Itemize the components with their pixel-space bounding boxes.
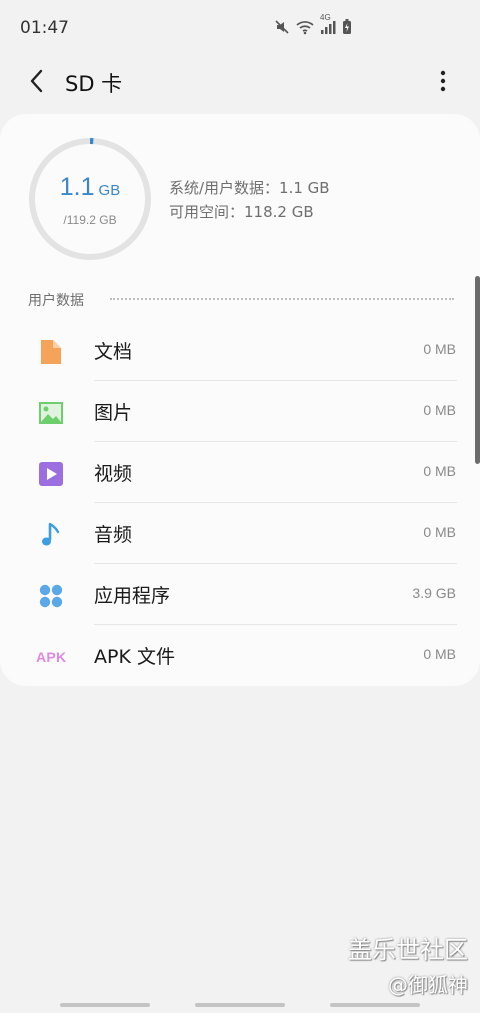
status-time: 01:47 [20,18,69,38]
section-title: 用户数据 [28,293,84,309]
used-storage-number: 1.1 [59,173,95,201]
category-list: 文档 0 MB 图片 0 MB 视频 0 MB 音频 0 MB 应用程序 3.9… [0,320,480,686]
category-size: 0 MB [423,646,456,662]
nav-home-button[interactable] [195,1003,285,1007]
document-icon [38,339,64,365]
storage-card: 1.1 GB /119.2 GB 系统/用户数据：1.1 GB 可用空间：118.… [0,114,480,686]
more-options-button[interactable] [432,66,454,96]
page-title: SD 卡 [65,72,123,96]
category-size: 0 MB [423,524,456,540]
watermark-author: @御狐神 [388,973,468,997]
category-name: 文档 [94,341,133,363]
storage-info: 系统/用户数据：1.1 GB 可用空间：118.2 GB [169,176,330,224]
back-button[interactable] [22,66,52,96]
battery-charging-icon [342,19,352,35]
category-audio[interactable]: 音频 0 MB [0,503,480,564]
more-vertical-icon [440,70,446,92]
network-type-label: 4G [320,13,331,22]
apk-icon: APK [36,649,67,665]
nav-back-button[interactable] [330,1003,420,1007]
category-apk-files[interactable]: APK APK 文件 0 MB [0,625,480,686]
status-icons: 4G [274,13,352,35]
navigation-bar [0,1000,480,1013]
watermark-community: 盖乐世社区 [348,936,468,964]
category-size: 0 MB [423,341,456,357]
category-name: 应用程序 [94,585,171,607]
category-documents[interactable]: 文档 0 MB [0,320,480,381]
category-size: 0 MB [423,463,456,479]
category-images[interactable]: 图片 0 MB [0,381,480,442]
category-videos[interactable]: 视频 0 MB [0,442,480,503]
nav-recents-button[interactable] [60,1003,150,1007]
category-name: 图片 [94,402,133,424]
wifi-icon [296,19,314,35]
used-storage-value: 1.1 GB [28,173,152,202]
image-icon [38,400,64,426]
section-header: 用户数据 [28,290,454,310]
watermark: 盖乐世社区 @御狐神 [348,930,468,998]
category-name: 音频 [94,524,133,546]
app-bar: SD 卡 [0,56,480,106]
mute-icon [274,19,290,35]
available-space-text: 可用空间：118.2 GB [169,203,314,221]
cellular-signal-icon: 4G [320,13,336,35]
total-storage: /119.2 GB [63,213,117,227]
status-bar: 01:47 4G [0,0,480,56]
used-storage-unit: GB [98,182,121,199]
scrollbar[interactable] [475,276,480,464]
category-name: APK 文件 [94,646,175,668]
audio-icon [38,522,64,548]
category-size: 3.9 GB [412,585,456,601]
category-apps[interactable]: 应用程序 3.9 GB [0,564,480,625]
section-divider [110,298,454,300]
apps-icon [38,583,64,609]
system-user-data-text: 系统/用户数据：1.1 GB [169,179,330,197]
category-size: 0 MB [423,402,456,418]
video-icon [38,461,64,487]
category-name: 视频 [94,463,133,485]
back-arrow-icon [30,69,43,93]
storage-usage-ring: 1.1 GB /119.2 GB [28,137,152,261]
